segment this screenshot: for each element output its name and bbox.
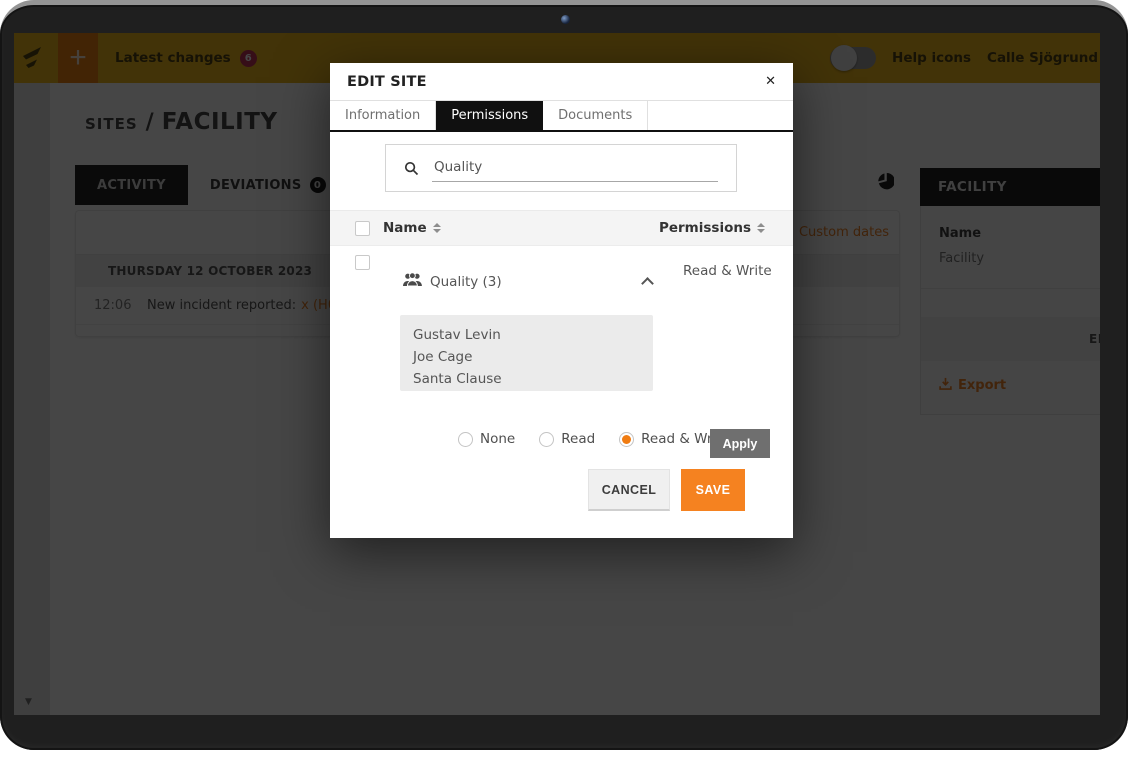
table-header: Name Permissions bbox=[330, 210, 793, 246]
radio-none-control[interactable] bbox=[458, 432, 473, 447]
edit-site-modal: EDIT SITE ✕ Information Permissions Docu… bbox=[330, 63, 793, 538]
search-box bbox=[385, 144, 737, 192]
cancel-button[interactable]: CANCEL bbox=[588, 469, 670, 511]
modal-header: EDIT SITE ✕ bbox=[330, 63, 793, 101]
permission-options: None Read Read & Write bbox=[458, 431, 730, 447]
apply-button[interactable]: Apply bbox=[710, 429, 770, 458]
chevron-up-icon[interactable] bbox=[641, 277, 654, 290]
tablet-device: + Latest changes 6 Help icons Calle Sjög… bbox=[0, 0, 1128, 758]
close-icon[interactable]: ✕ bbox=[765, 74, 776, 89]
sort-icon[interactable] bbox=[433, 223, 441, 233]
tab-documents[interactable]: Documents bbox=[543, 101, 648, 130]
group-row[interactable]: Quality (3) bbox=[403, 273, 502, 291]
modal-title: EDIT SITE bbox=[347, 74, 427, 90]
group-icon bbox=[403, 273, 422, 291]
name-column-header: Name bbox=[383, 220, 427, 236]
search-icon bbox=[404, 161, 419, 182]
member-item: Gustav Levin bbox=[413, 324, 653, 346]
camera-dot bbox=[561, 15, 570, 24]
member-item: Joe Cage bbox=[413, 346, 653, 368]
radio-read-label: Read bbox=[561, 431, 595, 447]
permissions-column-label: Permissions bbox=[659, 220, 751, 236]
radio-read[interactable]: Read bbox=[539, 431, 595, 447]
radio-read-control[interactable] bbox=[539, 432, 554, 447]
radio-none-label: None bbox=[480, 431, 515, 447]
member-item: Santa Clause bbox=[413, 368, 653, 390]
group-permission-value: Read & Write bbox=[683, 263, 772, 279]
save-button[interactable]: SAVE bbox=[681, 469, 745, 511]
group-name: Quality (3) bbox=[430, 274, 502, 290]
sort-icon[interactable] bbox=[757, 223, 765, 233]
app-screen: + Latest changes 6 Help icons Calle Sjög… bbox=[14, 33, 1100, 715]
radio-read-write-control[interactable] bbox=[619, 432, 634, 447]
modal-tab-bar: Information Permissions Documents bbox=[330, 101, 793, 132]
tab-permissions[interactable]: Permissions bbox=[436, 101, 543, 130]
select-all-checkbox[interactable] bbox=[355, 221, 370, 236]
permissions-column-header: Permissions bbox=[659, 220, 765, 236]
group-members-list: Gustav Levin Joe Cage Santa Clause bbox=[400, 315, 653, 391]
radio-none[interactable]: None bbox=[458, 431, 515, 447]
group-row-checkbox[interactable] bbox=[355, 255, 370, 270]
search-input[interactable] bbox=[432, 159, 718, 182]
tablet-frame: + Latest changes 6 Help icons Calle Sjög… bbox=[0, 0, 1128, 750]
tab-information[interactable]: Information bbox=[330, 101, 436, 130]
